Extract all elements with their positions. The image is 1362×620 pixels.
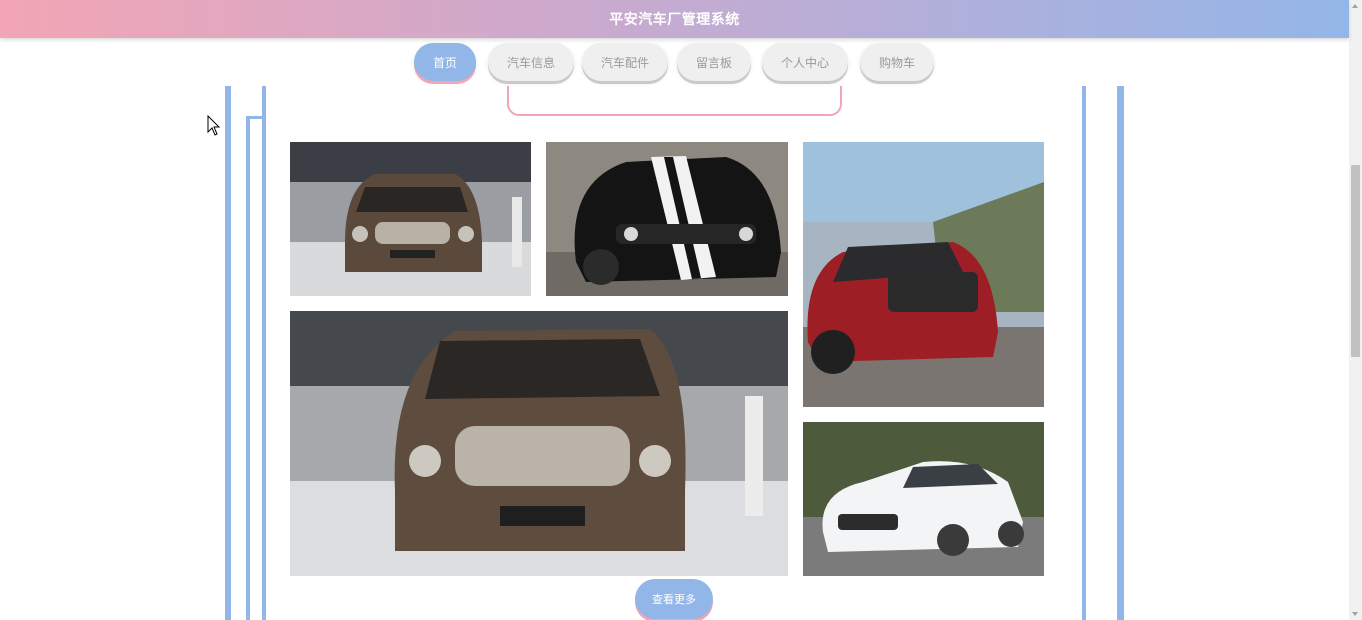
nav-shopping-cart[interactable]: 购物车 (860, 43, 934, 81)
car-photo-4-image (290, 311, 788, 576)
car-photo-4[interactable] (290, 311, 788, 576)
car-photo-5[interactable] (803, 422, 1044, 576)
frame-line-left-mid (246, 116, 250, 620)
scroll-thumb[interactable] (1351, 165, 1360, 357)
frame-line-left-inner (262, 86, 266, 620)
main-nav: 首页 汽车信息 汽车配件 留言板 个人中心 购物车 (0, 38, 1349, 86)
car-photo-3[interactable] (803, 142, 1044, 407)
car-photo-1[interactable] (290, 142, 531, 296)
scroll-down-arrow-icon[interactable] (1352, 612, 1358, 616)
car-photo-1-image (290, 142, 531, 296)
car-photo-2[interactable] (546, 142, 788, 296)
frame-line-right-inner (1082, 86, 1086, 620)
car-photo-5-image (803, 422, 1044, 576)
page-scrollbar[interactable] (1349, 0, 1362, 620)
nav-car-info[interactable]: 汽车信息 (488, 43, 574, 81)
mouse-cursor-icon (207, 115, 221, 136)
app-header: 平安汽车厂管理系统 (0, 0, 1349, 38)
view-more-button[interactable]: 查看更多 (635, 579, 713, 619)
car-photo-2-image (546, 142, 788, 296)
app-title: 平安汽车厂管理系统 (609, 12, 740, 28)
car-photo-3-image (803, 142, 1044, 407)
nav-personal-center[interactable]: 个人中心 (762, 43, 848, 81)
nav-message-board[interactable]: 留言板 (677, 43, 751, 81)
nav-home[interactable]: 首页 (414, 43, 476, 81)
frame-line-right-outer (1117, 86, 1124, 620)
nav-car-parts[interactable]: 汽车配件 (582, 43, 668, 81)
frame-line-left-outer (225, 86, 231, 620)
scroll-up-arrow-icon[interactable] (1352, 4, 1358, 8)
